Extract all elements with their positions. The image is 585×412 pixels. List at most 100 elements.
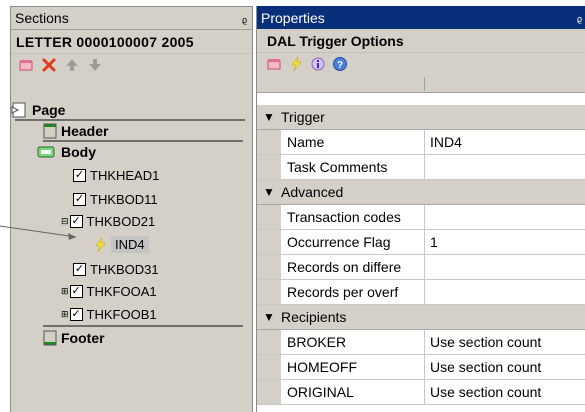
expand-icon[interactable]: ⊞: [61, 286, 69, 297]
tree-node-footer[interactable]: Footer: [43, 327, 105, 348]
checkbox-checked[interactable]: ✓: [69, 215, 83, 228]
checkbox-checked[interactable]: ✓: [73, 193, 86, 206]
lightning-icon: [95, 237, 106, 252]
tree-node-header[interactable]: Header: [43, 120, 108, 141]
tree-item-label: THKBOD21: [86, 214, 156, 229]
svg-text:?: ?: [337, 60, 343, 71]
property-value[interactable]: [425, 280, 585, 304]
sections-pane: Sections ᵨ LETTER 0000100007 2005 Page H…: [10, 6, 253, 412]
property-value[interactable]: [425, 205, 585, 229]
property-value[interactable]: [425, 255, 585, 279]
checkbox-checked[interactable]: ✓: [69, 308, 83, 321]
tree-item[interactable]: ⊞ ✓ THKFOOB1: [61, 304, 157, 325]
tree-node-page[interactable]: Page: [11, 99, 65, 120]
properties-title: Properties: [261, 9, 325, 26]
tree-label-header: Header: [61, 122, 109, 139]
property-name: Records per overf: [281, 280, 425, 304]
property-name: Occurrence Flag: [281, 230, 425, 254]
row-gutter: [257, 255, 281, 279]
grid-column-header: [257, 75, 585, 93]
property-name: Records on differe: [281, 255, 425, 279]
categorized-icon[interactable]: [265, 55, 283, 73]
tree-item-label: THKHEAD1: [90, 168, 160, 183]
document-label: LETTER 0000100007 2005: [11, 30, 252, 54]
property-row[interactable]: Records per overf: [257, 280, 585, 305]
expand-icon[interactable]: ⊞: [61, 309, 69, 320]
property-value[interactable]: Use section count: [425, 380, 585, 404]
category-label: Trigger: [281, 109, 325, 125]
property-name: Transaction codes: [281, 205, 425, 229]
collapse-triangle-icon[interactable]: ▼: [257, 110, 281, 124]
info-icon[interactable]: [309, 55, 327, 73]
property-row[interactable]: Transaction codes: [257, 205, 585, 230]
category-trigger[interactable]: ▼ Trigger: [257, 105, 585, 130]
property-row[interactable]: Name IND4: [257, 130, 585, 155]
property-row[interactable]: ORIGINAL Use section count: [257, 380, 585, 405]
grid-column-divider[interactable]: [257, 77, 425, 91]
lightning-icon[interactable]: [287, 55, 305, 73]
tree-item-label: THKFOOB1: [86, 307, 157, 322]
row-gutter: [257, 230, 281, 254]
tree-item[interactable]: ✓ THKBOD31: [73, 259, 159, 280]
sections-title: Sections: [15, 10, 69, 26]
property-row[interactable]: Occurrence Flag 1: [257, 230, 585, 255]
collapse-icon[interactable]: ⊟: [61, 216, 69, 227]
tree-item[interactable]: ✓ THKHEAD1: [73, 165, 159, 186]
move-down-icon[interactable]: [86, 56, 104, 74]
row-gutter: [257, 205, 281, 229]
row-gutter: [257, 280, 281, 304]
category-label: Advanced: [281, 184, 344, 200]
property-value[interactable]: 1: [425, 230, 585, 254]
header-icon: [43, 123, 57, 138]
property-row[interactable]: Task Comments: [257, 155, 585, 180]
body-icon: [37, 146, 55, 157]
category-recipients[interactable]: ▼ Recipients: [257, 305, 585, 330]
row-gutter: [257, 155, 281, 179]
collapse-triangle-icon[interactable]: ▼: [257, 310, 281, 324]
tree-label-body: Body: [61, 143, 96, 160]
tree-label-page: Page: [32, 101, 66, 118]
delete-icon[interactable]: [40, 56, 58, 74]
tree-item[interactable]: ✓ THKBOD11: [73, 189, 158, 210]
property-value[interactable]: [425, 155, 585, 179]
row-gutter: [257, 330, 281, 354]
property-grid: ▼ Trigger Name IND4 Task Comments ▼ Adva…: [257, 105, 585, 405]
row-gutter: [257, 355, 281, 379]
pin-icon[interactable]: ᵨ: [577, 9, 582, 24]
property-value[interactable]: Use section count: [425, 330, 585, 354]
move-up-icon[interactable]: [63, 56, 81, 74]
property-name: Name: [281, 130, 425, 154]
property-row[interactable]: HOMEOFF Use section count: [257, 355, 585, 380]
help-icon[interactable]: ?: [331, 55, 349, 73]
tree-item-selected[interactable]: IND4: [93, 234, 149, 255]
tree-item-label: THKBOD31: [90, 262, 159, 277]
collapse-triangle-icon[interactable]: ▼: [257, 185, 281, 199]
category-label: Recipients: [281, 309, 347, 325]
row-gutter: [257, 130, 281, 154]
property-name: BROKER: [281, 330, 425, 354]
properties-toolbar: ?: [257, 53, 585, 75]
property-value[interactable]: Use section count: [425, 355, 585, 379]
tree-item-label: IND4: [111, 236, 149, 253]
add-section-icon[interactable]: [17, 56, 35, 74]
tree-label-footer: Footer: [61, 329, 105, 346]
checkbox-checked[interactable]: ✓: [73, 263, 86, 276]
tree-item[interactable]: ⊞ ✓ THKFOOA1: [61, 281, 157, 302]
sections-title-bar: Sections ᵨ: [11, 7, 252, 30]
checkbox-checked[interactable]: ✓: [73, 169, 86, 182]
footer-icon: [43, 330, 57, 345]
row-gutter: [257, 380, 281, 404]
property-name: ORIGINAL: [281, 380, 425, 404]
checkbox-checked[interactable]: ✓: [69, 285, 83, 298]
pin-icon[interactable]: ᵨ: [242, 10, 247, 25]
page-icon: [11, 102, 26, 117]
sections-toolbar: [11, 54, 252, 76]
sections-tree: Page Header Body ✓ THKHEAD1 ✓ THKBOD11 ⊟…: [11, 99, 252, 412]
property-row[interactable]: BROKER Use section count: [257, 330, 585, 355]
property-name: HOMEOFF: [281, 355, 425, 379]
tree-item[interactable]: ⊟ ✓ THKBOD21: [61, 211, 155, 232]
property-row[interactable]: Records on differe: [257, 255, 585, 280]
tree-node-body[interactable]: Body: [37, 141, 96, 162]
property-value[interactable]: IND4: [425, 130, 585, 154]
category-advanced[interactable]: ▼ Advanced: [257, 180, 585, 205]
